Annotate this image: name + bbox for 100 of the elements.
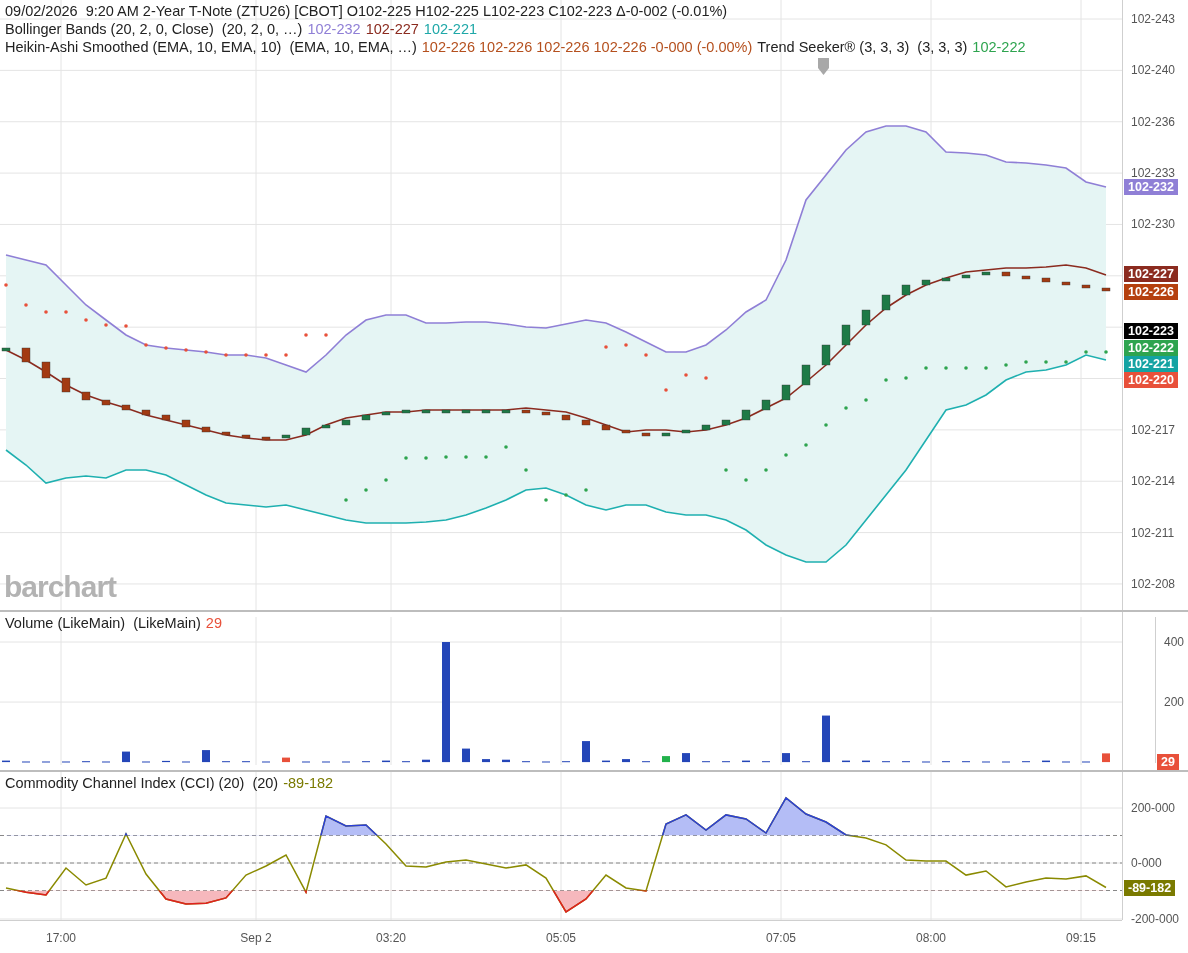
candle xyxy=(641,432,651,437)
candle xyxy=(1101,287,1111,292)
candle xyxy=(161,414,171,421)
signal-dot xyxy=(104,323,108,327)
signal-dot xyxy=(204,350,208,354)
axis-label: 200-000 xyxy=(1131,800,1176,816)
candle xyxy=(761,399,771,411)
axis-label: 0-000 xyxy=(1131,855,1162,871)
candle xyxy=(401,409,411,414)
signal-dot xyxy=(644,353,648,357)
signal-dot xyxy=(964,366,968,370)
volume-bar xyxy=(622,759,630,763)
legend-text: 102-226 102-226 102-226 102-226 -0-000 (-0.00%) xyxy=(421,38,753,56)
signal-dot xyxy=(384,478,388,482)
candle xyxy=(841,324,851,346)
candle xyxy=(1081,284,1091,289)
volume-bar xyxy=(582,741,590,763)
volume-bar xyxy=(122,751,130,763)
signal-dot xyxy=(24,303,28,307)
candle xyxy=(1,347,11,352)
axis-label: 102-236 xyxy=(1131,113,1176,130)
legend-text: Bollinger Bands (20, 2, 0, Close) (20, 2, 0, …) xyxy=(5,20,303,38)
volume-bar xyxy=(462,748,470,763)
legend-text: Heikin-Ashi Smoothed (EMA, 10, EMA, 10) (EMA, 10, EMA, …) xyxy=(5,38,417,56)
volume-bar xyxy=(742,760,750,763)
axis-label: 03:20 xyxy=(376,931,406,945)
signal-dot xyxy=(584,488,588,492)
signal-dot xyxy=(284,353,288,357)
volume-bar xyxy=(602,760,610,763)
signal-dot xyxy=(864,398,868,402)
volume-bar xyxy=(202,750,210,763)
signal-dot xyxy=(684,373,688,377)
legend-text: Commodity Channel Index (CCI) (20) (20) xyxy=(5,774,279,792)
axis-label: -200-000 xyxy=(1131,911,1180,927)
candle xyxy=(581,419,591,426)
candle xyxy=(381,411,391,416)
candle xyxy=(941,277,951,282)
candle xyxy=(361,414,371,421)
price-badge: 102-223 xyxy=(1124,323,1178,339)
candle xyxy=(41,361,51,379)
signal-dot xyxy=(524,468,528,472)
candle xyxy=(801,364,811,386)
volume-bar xyxy=(822,715,830,763)
axis-label: 07:05 xyxy=(766,931,796,945)
axis-label: 05:05 xyxy=(546,931,576,945)
axis-label: Sep 2 xyxy=(240,931,272,945)
legend-text: -89-182 xyxy=(283,774,334,792)
candle xyxy=(121,404,131,411)
candle xyxy=(861,309,871,326)
axis-label: 102-233 xyxy=(1131,165,1176,182)
signal-dot xyxy=(984,366,988,370)
price-badge: 102-227 xyxy=(1124,266,1178,282)
signal-dot xyxy=(484,455,488,459)
signal-dot xyxy=(664,388,668,392)
candle xyxy=(281,434,291,439)
signal-dot xyxy=(744,478,748,482)
signal-dot xyxy=(64,310,68,314)
volume-bar xyxy=(782,753,790,763)
signal-dot xyxy=(404,456,408,460)
signal-dot xyxy=(84,318,88,322)
legend-text: 102-227 xyxy=(365,20,419,38)
logo-text: barchart xyxy=(4,570,117,604)
candle xyxy=(501,409,511,414)
candle xyxy=(681,429,691,434)
volume-bar xyxy=(482,759,490,763)
axis-label: 102-243 xyxy=(1131,11,1176,27)
candle xyxy=(321,424,331,429)
signal-dot xyxy=(324,333,328,337)
signal-dot xyxy=(904,376,908,380)
candle xyxy=(1001,271,1011,277)
axis-label: 102-211 xyxy=(1131,524,1175,541)
signal-dot xyxy=(1044,360,1048,364)
signal-dot xyxy=(784,453,788,457)
signal-dot xyxy=(464,455,468,459)
signal-dot xyxy=(304,333,308,337)
volume-bar xyxy=(2,760,10,763)
legend-text: 09/02/2026 9:20 AM 2-Year T-Note (ZTU26) [CBOT] O102-225 H102-225 L102-223 C102-223 Δ-0-002 (-0.01%) xyxy=(5,2,728,20)
volume-badge: 29 xyxy=(1157,754,1179,770)
axis-label: 102-214 xyxy=(1131,473,1176,490)
candle xyxy=(461,409,471,414)
marker-icon xyxy=(818,58,829,75)
volume-bar xyxy=(502,759,510,763)
candle xyxy=(1041,277,1051,283)
signal-dot xyxy=(704,376,708,380)
candle xyxy=(781,384,791,401)
candle xyxy=(741,409,751,421)
signal-dot xyxy=(144,343,148,347)
axis-label: 102-208 xyxy=(1131,575,1176,592)
signal-dot xyxy=(344,498,348,502)
axis-label: 17:00 xyxy=(46,931,76,945)
signal-dot xyxy=(1064,360,1068,364)
axis-label: 200 xyxy=(1164,694,1185,711)
candle xyxy=(101,399,111,406)
candle xyxy=(621,429,631,434)
candle xyxy=(61,377,71,393)
candle xyxy=(301,427,311,436)
volume-bar xyxy=(662,756,670,763)
signal-dot xyxy=(564,493,568,497)
candle xyxy=(141,409,151,416)
signal-dot xyxy=(884,378,888,382)
